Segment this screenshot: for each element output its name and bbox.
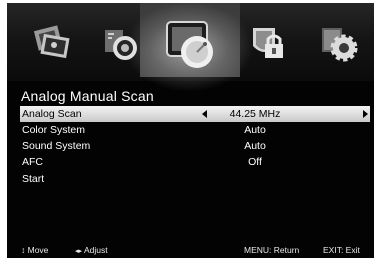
gear-icon[interactable] <box>318 24 364 64</box>
row-value: 44.25 MHz <box>229 108 281 120</box>
row-label: Start <box>22 173 45 185</box>
row-label: AFC <box>22 156 43 168</box>
footer-exit: EXIT: Exit <box>323 245 360 255</box>
footer-return: MENU: Return <box>244 245 300 255</box>
row-value: Off <box>248 156 262 168</box>
menu-row-color-system[interactable]: Color System Auto <box>20 122 370 138</box>
row-label: Color System <box>22 124 86 136</box>
speaker-icon[interactable] <box>99 24 145 64</box>
menu-row-sound-system[interactable]: Sound System Auto <box>20 138 370 154</box>
footer-adjust-label: Adjust <box>83 245 108 255</box>
photo-icon[interactable] <box>30 24 76 64</box>
footer-move-label: Move <box>27 245 49 255</box>
row-value: Auto <box>244 140 266 152</box>
row-label: Sound System <box>22 140 91 152</box>
tv-osd-screen: Analog Manual Scan Analog Scan 44.25 MHz… <box>0 0 380 259</box>
lock-shield-icon[interactable] <box>245 24 291 64</box>
left-right-arrows-icon: ◂▸ <box>75 248 83 255</box>
menu-row-start[interactable]: Start <box>20 171 370 187</box>
menu-row-analog-scan[interactable]: Analog Scan 44.25 MHz <box>20 106 370 122</box>
satellite-dish-icon[interactable] <box>163 18 219 70</box>
footer-move: ↕ Move <box>21 245 48 255</box>
row-label: Analog Scan <box>22 108 82 120</box>
menu-row-afc[interactable]: AFC Off <box>20 154 370 170</box>
footer-adjust: ◂▸ Adjust <box>75 245 108 255</box>
up-down-arrows-icon: ↕ <box>21 245 26 255</box>
row-value: Auto <box>244 124 266 136</box>
page-title: Analog Manual Scan <box>21 88 154 104</box>
right-arrow-icon[interactable] <box>363 110 368 118</box>
